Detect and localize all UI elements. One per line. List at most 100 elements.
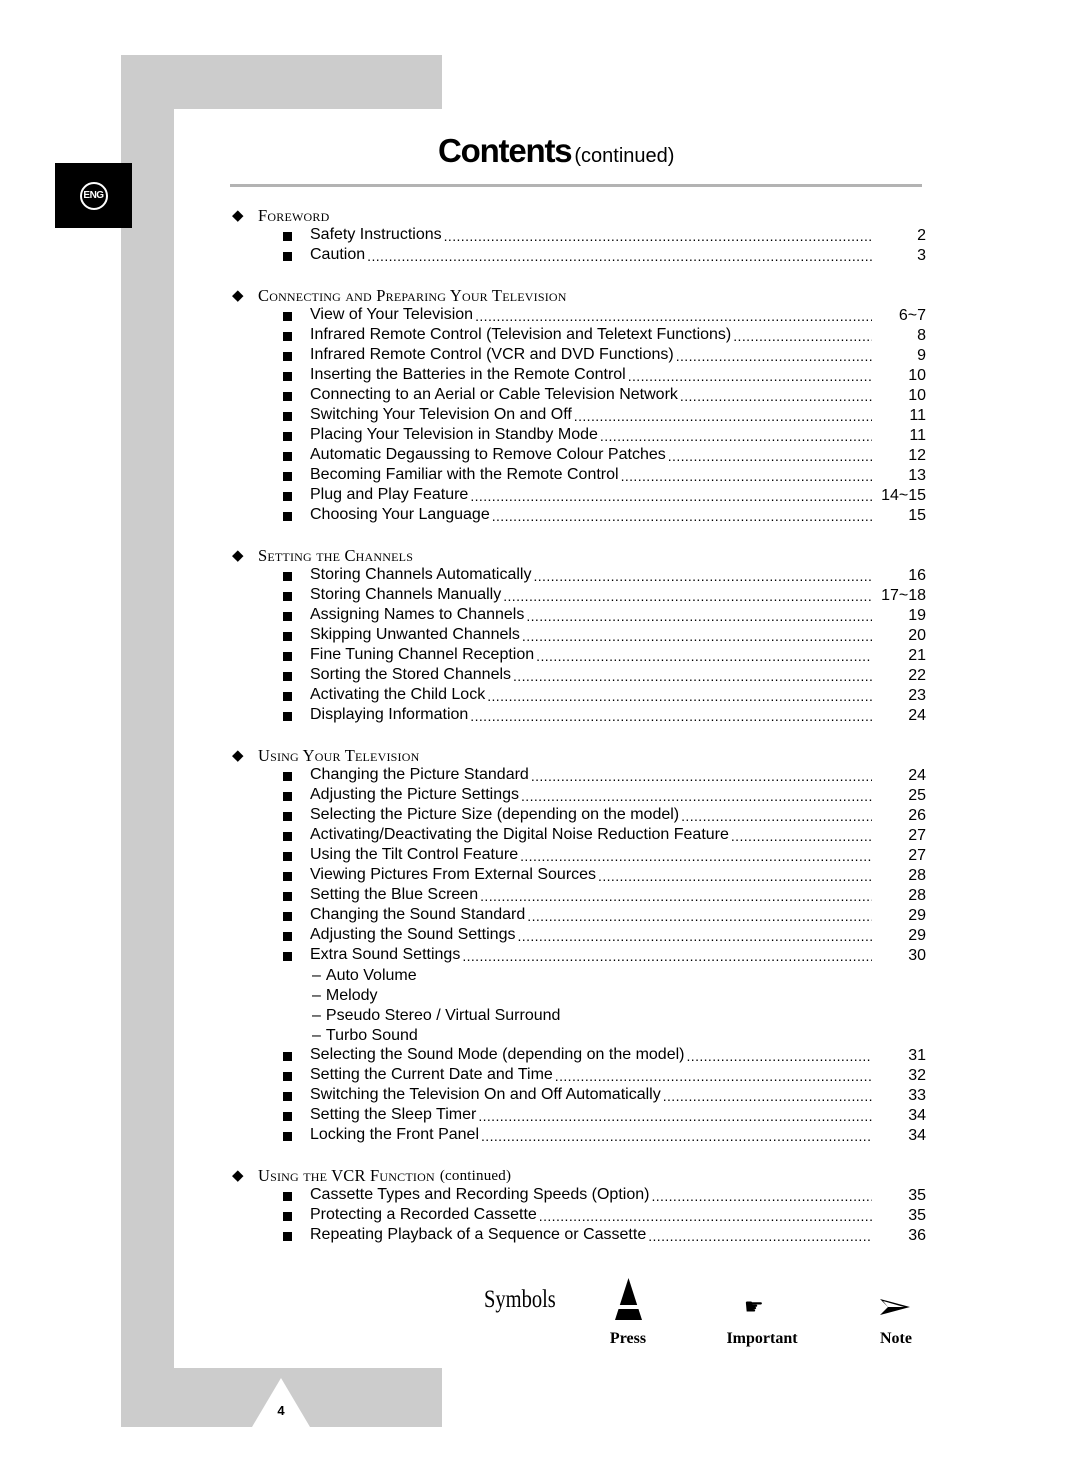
square-bullet-icon [283,252,292,261]
toc-entry[interactable]: Setting the Sleep Timer 34 [232,1106,926,1126]
square-bullet-icon [283,492,292,501]
toc-entry[interactable]: Skipping Unwanted Channels 20 [232,626,926,646]
toc-entry[interactable]: Becoming Familiar with the Remote Contro… [232,466,926,486]
toc-entry[interactable]: Fine Tuning Channel Reception 21 [232,646,926,666]
toc-entry[interactable]: Inserting the Batteries in the Remote Co… [232,366,926,386]
section-heading[interactable]: ◆ Using the VCR Function (continued) [232,1166,926,1186]
section-heading[interactable]: ◆ Using Your Television [232,746,926,766]
toc-entry-page: 23 [908,687,926,704]
square-bullet-icon [283,332,292,341]
toc-entry[interactable]: Switching Your Television On and Off 11 [232,406,926,426]
toc-entry-page: 11 [909,407,926,424]
square-bullet-icon [283,372,292,381]
toc-entry[interactable]: View of Your Television 6~7 [232,306,926,326]
toc-entry-text: Storing Channels Automatically [310,566,534,586]
toc-entry-text: Repeating Playback of a Sequence or Cass… [310,1226,649,1246]
toc-entry[interactable]: Extra Sound Settings 30 [232,946,926,966]
toc-entry[interactable]: Automatic Degaussing to Remove Colour Pa… [232,446,926,466]
toc-entry-page: 21 [908,647,926,664]
square-bullet-icon [283,772,292,781]
dot-leader [680,386,872,406]
toc-entry[interactable]: Adjusting the Picture Settings 25 [232,786,926,806]
toc-entry-page: 27 [908,827,926,844]
toc-entry[interactable]: Caution 3 [232,246,926,266]
toc-entry-label: Changing the Sound Standard [310,906,872,926]
toc-entry[interactable]: Cassette Types and Recording Speeds (Opt… [232,1186,926,1206]
symbol-label-note: Note [870,1330,922,1348]
square-bullet-icon [283,432,292,441]
toc-entry-label: Automatic Degaussing to Remove Colour Pa… [310,446,872,466]
toc-entry-page: 28 [908,887,926,904]
toc-entry[interactable]: Plug and Play Feature 14~15 [232,486,926,506]
section-heading[interactable]: ◆ Foreword [232,206,926,226]
toc-entry[interactable]: Assigning Names to Channels 19 [232,606,926,626]
toc-subentry[interactable]: – Pseudo Stereo / Virtual Surround [232,1006,926,1026]
toc-entry[interactable]: Protecting a Recorded Cassette 35 [232,1206,926,1226]
toc-entry[interactable]: Safety Instructions 2 [232,226,926,246]
toc-entry-text: Connecting to an Aerial or Cable Televis… [310,386,680,406]
toc-entry-text: Infrared Remote Control (VCR and DVD Fun… [310,346,676,366]
square-bullet-icon [283,1232,292,1241]
toc-entry[interactable]: Infrared Remote Control (Television and … [232,326,926,346]
dash-bullet-icon: – [312,967,321,984]
toc-entry[interactable]: Switching the Television On and Off Auto… [232,1086,926,1106]
dot-leader [522,626,872,646]
page-title-sub: (continued) [574,145,675,167]
square-bullet-icon [283,952,292,961]
square-bullet-icon [283,652,292,661]
toc-entry[interactable]: Storing Channels Automatically 16 [232,566,926,586]
toc-subentry[interactable]: – Auto Volume [232,966,926,986]
note-icon [880,1299,910,1315]
toc-entry[interactable]: Activating/Deactivating the Digital Nois… [232,826,926,846]
toc-entry-page: 9 [917,347,926,364]
toc-entry[interactable]: Connecting to an Aerial or Cable Televis… [232,386,926,406]
toc-entry-page: 2 [917,227,926,244]
diamond-bullet-icon: ◆ [232,207,244,224]
section-continued-note: (continued) [439,1167,512,1184]
square-bullet-icon [283,1112,292,1121]
toc-entry-text: Assigning Names to Channels [310,606,527,626]
toc-entry-page: 6~7 [898,307,926,324]
toc-entry-label: Safety Instructions [310,226,872,246]
toc-subentry[interactable]: – Turbo Sound [232,1026,926,1046]
toc-section: ◆ Using the VCR Function (continued) Casset… [232,1166,926,1246]
toc-entry[interactable]: Locking the Front Panel 34 [232,1126,926,1146]
toc-entry-page: 29 [908,927,926,944]
title-divider [230,184,922,187]
toc-entry[interactable]: Storing Channels Manually 17~18 [232,586,926,606]
toc-entry-label: Changing the Picture Standard [310,766,872,786]
toc-entry[interactable]: Changing the Picture Standard 24 [232,766,926,786]
toc-entry[interactable]: Selecting the Picture Size (depending on… [232,806,926,826]
toc-entry[interactable]: Viewing Pictures From External Sources 28 [232,866,926,886]
toc-entry-label: Activating the Child Lock [310,686,872,706]
toc-entry-label: Storing Channels Automatically [310,566,872,586]
dot-leader [731,826,872,846]
toc-subentry-text: Auto Volume [325,967,417,984]
square-bullet-icon [283,692,292,701]
toc-entry-page: 35 [908,1207,926,1224]
language-tab: ENG [55,163,132,228]
toc-entry-text: Viewing Pictures From External Sources [310,866,599,886]
toc-section: ◆ Setting the Channels Storing Channels Au… [232,546,926,726]
toc-entry[interactable]: Using the Tilt Control Feature 27 [232,846,926,866]
square-bullet-icon [283,632,292,641]
section-heading[interactable]: ◆ Setting the Channels [232,546,926,566]
toc-entry[interactable]: Placing Your Television in Standby Mode 1… [232,426,926,446]
toc-entry[interactable]: Setting the Blue Screen 28 [232,886,926,906]
toc-entry[interactable]: Infrared Remote Control (VCR and DVD Fun… [232,346,926,366]
diamond-bullet-icon: ◆ [232,1167,244,1184]
toc-entry[interactable]: Setting the Current Date and Time 32 [232,1066,926,1086]
toc-entry[interactable]: Adjusting the Sound Settings 29 [232,926,926,946]
toc-entry[interactable]: Activating the Child Lock 23 [232,686,926,706]
toc-entry[interactable]: Sorting the Stored Channels 22 [232,666,926,686]
section-heading[interactable]: ◆ Connecting and Preparing Your Televisio… [232,286,926,306]
dot-leader [733,326,872,346]
dot-leader [686,1046,872,1066]
toc-entry[interactable]: Repeating Playback of a Sequence or Cass… [232,1226,926,1246]
toc-entry[interactable]: Selecting the Sound Mode (depending on t… [232,1046,926,1066]
toc-entry[interactable]: Changing the Sound Standard 29 [232,906,926,926]
toc-entry[interactable]: Displaying Information 24 [232,706,926,726]
toc-subentry[interactable]: – Melody [232,986,926,1006]
toc-entry[interactable]: Choosing Your Language 15 [232,506,926,526]
toc-entry-page: 17~18 [881,587,926,604]
